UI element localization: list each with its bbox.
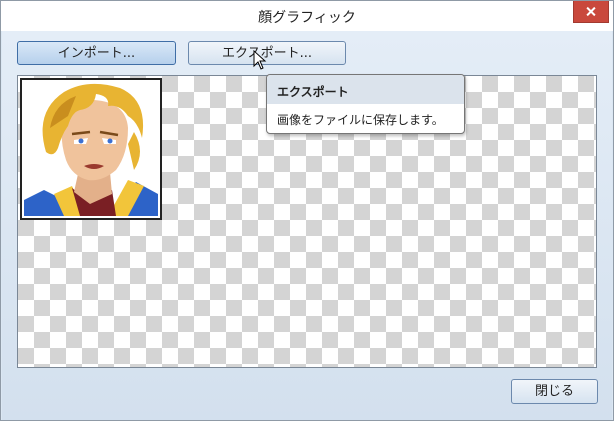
tooltip-header: エクスポート [267,75,464,104]
export-button[interactable]: エクスポート... [188,41,346,65]
close-button[interactable]: 閉じる [511,379,598,404]
tooltip-text: 画像をファイルに保存します。 [277,113,444,127]
face-graphic-dialog: 顔グラフィック インポート... エクスポート... 閉じる [0,0,614,421]
window-title: 顔グラフィック [258,10,356,26]
close-icon[interactable] [573,1,609,23]
export-tooltip: エクスポート 画像をファイルに保存します。 [266,74,465,134]
face-graphic-selection[interactable] [20,78,162,220]
import-button[interactable]: インポート... [17,41,176,65]
title-bar[interactable]: 顔グラフィック [1,1,613,31]
mouse-cursor-icon [253,50,267,70]
tooltip-title: エクスポート [277,85,349,99]
face-portrait-image [24,83,158,216]
